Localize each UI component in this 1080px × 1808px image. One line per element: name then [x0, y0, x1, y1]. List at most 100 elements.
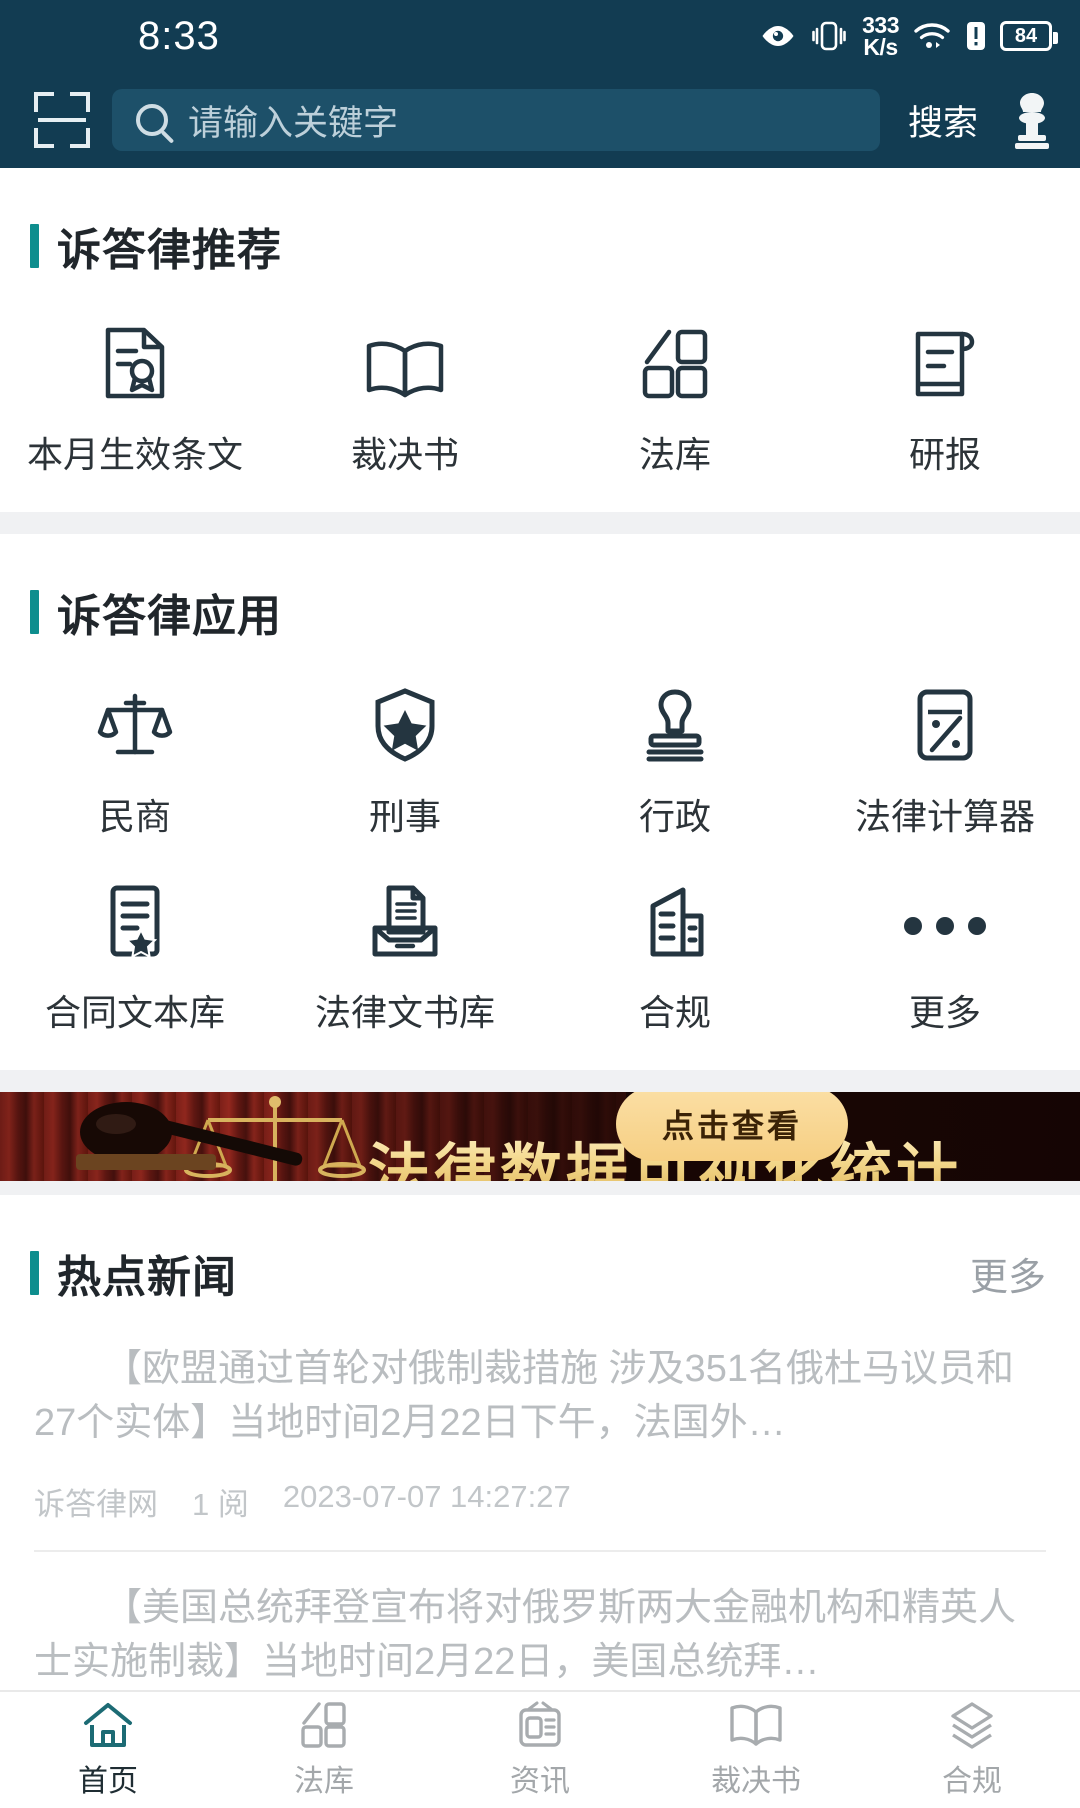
news-item-views: 1 阅 — [192, 1487, 249, 1523]
document-tray-icon — [367, 884, 443, 958]
news-item-title: 【欧盟通过首轮对俄制裁措施 涉及351名俄杜马议员和27个实体】当地时间2月22… — [34, 1348, 1014, 1445]
scan-icon[interactable] — [34, 92, 90, 148]
layers-icon — [946, 1701, 998, 1749]
section-divider — [0, 1181, 1080, 1196]
eye-care-icon — [760, 24, 796, 48]
tab-law-library[interactable]: 法库 — [216, 1692, 432, 1808]
stamp-icon — [641, 688, 709, 762]
app-item-criminal[interactable]: 刑事 — [270, 652, 540, 850]
sim-alert-icon — [965, 21, 987, 51]
news-list-item[interactable]: 【欧盟通过首轮对俄制裁措施 涉及351名俄杜马议员和27个实体】当地时间2月22… — [0, 1313, 1080, 1550]
wifi-icon — [912, 21, 952, 51]
certificate-document-icon — [102, 326, 168, 400]
banner-cta-button[interactable]: 点击查看 — [615, 1092, 848, 1162]
recommend-grid: 本月生效条文 裁决书 法库 研报 — [0, 286, 1080, 512]
home-icon — [82, 1701, 134, 1749]
recommend-item-label: 本月生效条文 — [26, 434, 243, 475]
app-item-label: 法律文书库 — [314, 992, 495, 1033]
app-header: 请输入关键字 搜索 — [0, 72, 1080, 168]
app-item-label: 合规 — [638, 992, 711, 1033]
app-item-legal-calculator[interactable]: 法律计算器 — [810, 652, 1080, 850]
banner-gavel-image — [70, 1092, 320, 1179]
recommend-item-law-library[interactable]: 法库 — [540, 286, 810, 512]
promo-banner[interactable]: 法律数据可视化统计 点击查看 — [0, 1092, 1080, 1182]
news-section: 热点新闻 更多 【欧盟通过首轮对俄制裁措施 涉及351名俄杜马议员和27个实体】… — [0, 1195, 1080, 1690]
ellipsis-icon — [897, 884, 993, 958]
apps-section-header: 诉答律应用 — [0, 534, 1080, 652]
status-time: 8:33 — [138, 13, 220, 58]
app-item-legal-documents[interactable]: 法律文书库 — [270, 850, 540, 1070]
tab-label: 首页 — [78, 1764, 138, 1798]
battery-level: 84 — [1014, 24, 1038, 47]
tab-compliance[interactable]: 合规 — [864, 1692, 1080, 1808]
tab-label: 法库 — [294, 1764, 354, 1798]
library-blocks-icon — [299, 1701, 349, 1749]
section-divider — [0, 1070, 1080, 1092]
recommend-item-label: 裁决书 — [350, 434, 459, 475]
apps-section: 诉答律应用 民商 刑事 行政 法律计算器 合同文本库 法律文书库 合规 更多 — [0, 534, 1080, 1070]
app-item-compliance[interactable]: 合规 — [540, 850, 810, 1070]
section-accent-bar — [30, 590, 39, 634]
news-item-title: 【美国总统拜登宣布将对俄罗斯两大金融机构和精英人士实施制裁】当地时间2月22日，… — [34, 1587, 1017, 1684]
gavel-icon[interactable] — [1006, 90, 1058, 150]
search-button[interactable]: 搜索 — [902, 95, 984, 146]
tab-home[interactable]: 首页 — [0, 1692, 216, 1808]
section-divider — [0, 512, 1080, 534]
recommend-item-label: 法库 — [638, 434, 711, 475]
app-item-label: 合同文本库 — [44, 992, 225, 1033]
recommend-section: 诉答律推荐 本月生效条文 裁决书 法库 研报 — [0, 168, 1080, 512]
recommend-item-this-month-clauses[interactable]: 本月生效条文 — [0, 286, 270, 512]
tab-label: 合规 — [942, 1764, 1002, 1798]
net-speed-unit: K/s — [863, 34, 898, 60]
app-item-label: 行政 — [638, 796, 711, 837]
search-icon — [136, 104, 168, 136]
building-icon — [641, 884, 709, 958]
news-radio-icon — [514, 1701, 566, 1749]
search-input[interactable]: 请输入关键字 — [112, 89, 880, 151]
bottom-tab-bar: 首页 法库 资讯 裁决书 合规 — [0, 1690, 1080, 1808]
app-item-label: 刑事 — [368, 796, 441, 837]
recommend-item-label: 研报 — [908, 434, 981, 475]
library-blocks-icon — [639, 326, 711, 400]
app-item-label: 民商 — [98, 796, 171, 837]
news-item-meta: 诉答律网 1 阅 2023-07-07 14:27:27 — [34, 1451, 1046, 1550]
section-accent-bar — [30, 224, 39, 268]
apps-title: 诉答律应用 — [57, 592, 282, 641]
contract-star-icon — [105, 884, 165, 958]
news-more-link[interactable]: 更多 — [970, 1246, 1046, 1301]
scales-icon — [96, 688, 174, 762]
status-bar: 8:33 333 K/s 84 — [0, 0, 1080, 72]
app-item-more[interactable]: 更多 — [810, 850, 1080, 1070]
recommend-title: 诉答律推荐 — [57, 226, 282, 275]
app-item-label: 更多 — [908, 992, 981, 1033]
calculator-icon — [914, 688, 976, 762]
app-screen: 8:33 333 K/s 84 请输入关键字 搜索 诉答律推荐 本月生效条文 裁… — [0, 0, 1080, 1808]
scroll-report-icon — [910, 326, 980, 400]
apps-grid: 民商 刑事 行政 法律计算器 合同文本库 法律文书库 合规 更多 — [0, 652, 1080, 1070]
recommend-item-judgments[interactable]: 裁决书 — [270, 286, 540, 512]
app-item-contract-library[interactable]: 合同文本库 — [0, 850, 270, 1070]
news-list-item[interactable]: 【美国总统拜登宣布将对俄罗斯两大金融机构和精英人士实施制裁】当地时间2月22日，… — [0, 1552, 1080, 1690]
battery-icon: 84 — [1000, 21, 1058, 51]
tab-judgments[interactable]: 裁决书 — [648, 1692, 864, 1808]
tab-label: 裁决书 — [711, 1764, 801, 1798]
open-book-icon — [728, 1701, 784, 1749]
news-section-header: 热点新闻 更多 — [0, 1195, 1080, 1313]
section-accent-bar — [30, 1251, 39, 1296]
network-speed-icon: 333 K/s — [862, 13, 899, 60]
news-title: 热点新闻 — [57, 1253, 237, 1303]
news-item-time: 2023-07-07 14:27:27 — [282, 1479, 571, 1515]
search-placeholder: 请输入关键字 — [188, 103, 399, 143]
news-item-source: 诉答律网 — [34, 1487, 158, 1523]
app-item-civil-commercial[interactable]: 民商 — [0, 652, 270, 850]
tab-news[interactable]: 资讯 — [432, 1692, 648, 1808]
vibrate-icon — [809, 20, 849, 52]
recommend-section-header: 诉答律推荐 — [0, 168, 1080, 286]
shield-star-icon — [373, 688, 437, 762]
tab-label: 资讯 — [510, 1764, 570, 1798]
app-item-administrative[interactable]: 行政 — [540, 652, 810, 850]
open-book-icon — [364, 326, 446, 400]
app-item-label: 法律计算器 — [854, 796, 1035, 837]
status-icons: 333 K/s 84 — [760, 13, 1058, 60]
recommend-item-research-report[interactable]: 研报 — [810, 286, 1080, 512]
